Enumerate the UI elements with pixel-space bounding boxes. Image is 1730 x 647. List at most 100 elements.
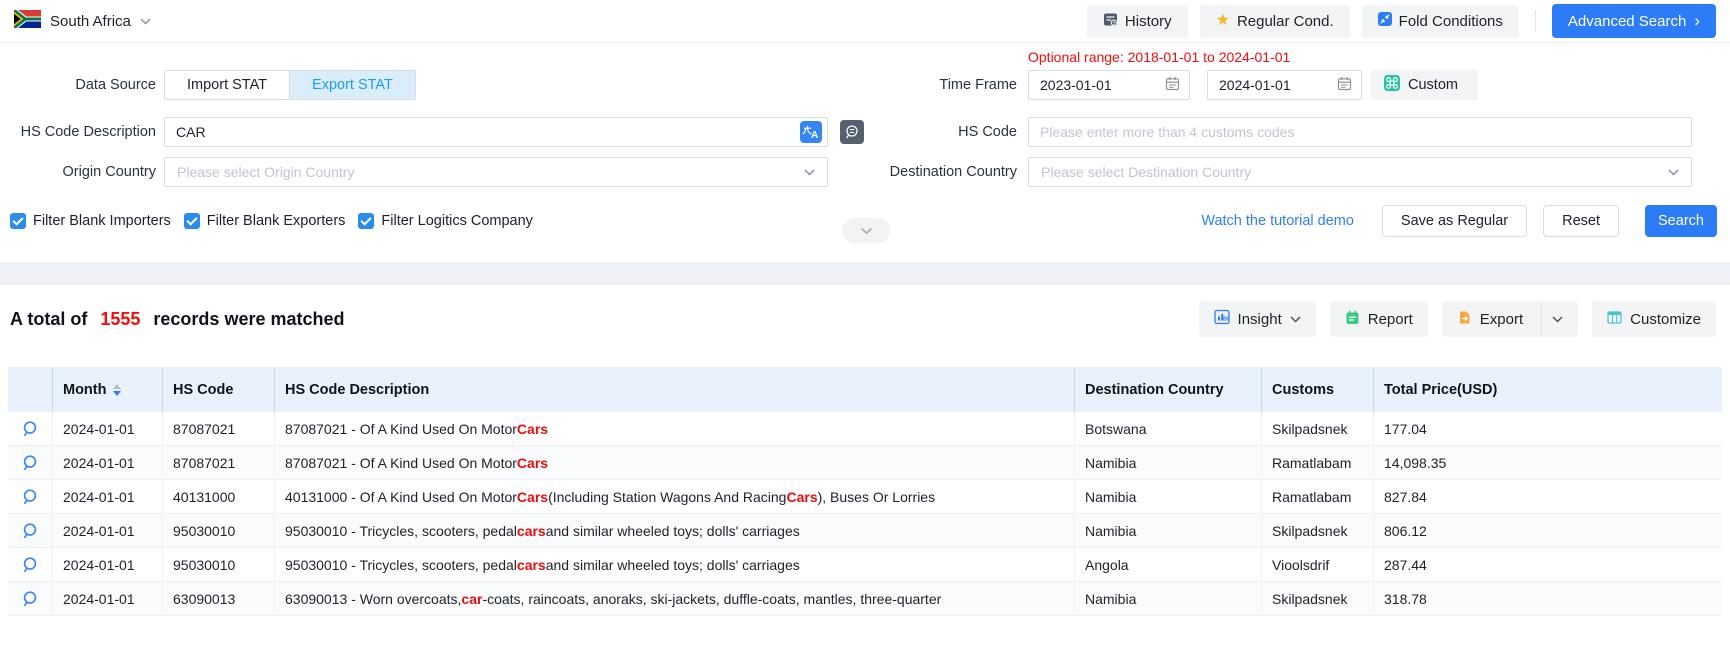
report-icon (1345, 310, 1360, 329)
results-header: A total of 1555 records were matched BI … (0, 293, 1730, 345)
filter-logitics-company-checkbox[interactable]: Filter Logitics Company (358, 213, 533, 229)
highlighted-keyword: Cars (517, 455, 548, 471)
export-button[interactable]: Export (1442, 301, 1578, 337)
search-button[interactable]: Search (1645, 205, 1717, 237)
row-detail-magnifier-icon[interactable] (8, 412, 53, 445)
description-text: 95030010 - Tricycles, scooters, pedal (285, 557, 517, 573)
table-row: 2024-01-01 87087021 87087021 - Of A Kind… (8, 412, 1722, 446)
row-detail-magnifier-icon[interactable] (8, 582, 53, 615)
chevron-down-icon (1668, 163, 1679, 181)
form-row-datasource: Data Source Import STAT Export STAT Time… (0, 70, 1730, 100)
advanced-search-button[interactable]: Advanced Search › (1552, 4, 1716, 38)
cell-description: 87087021 - Of A Kind Used On Motor Cars (275, 412, 1075, 445)
checkbox-checked-icon (358, 213, 374, 229)
chevron-down-icon (804, 163, 815, 181)
sort-asc-icon (113, 384, 121, 389)
table-row: 2024-01-01 63090013 63090013 - Worn over… (8, 582, 1722, 616)
form-row-hscode: HS Code Description A (0, 117, 1730, 147)
chevron-down-icon (1290, 316, 1301, 323)
header-icon-column (8, 367, 53, 412)
fold-icon (1378, 12, 1392, 30)
header-month-label: Month (63, 382, 106, 398)
table-row: 2024-01-01 87087021 87087021 - Of A Kind… (8, 446, 1722, 480)
row-detail-magnifier-icon[interactable] (8, 548, 53, 581)
highlighted-keyword: cars (517, 557, 546, 573)
header-destination: Destination Country (1075, 367, 1262, 412)
start-date-input[interactable]: 2023-01-01 (1028, 70, 1190, 100)
report-button[interactable]: Report (1330, 301, 1428, 337)
end-date-input[interactable]: 2024-01-01 (1207, 70, 1362, 100)
cell-total-price: 177.04 (1374, 412, 1722, 445)
hs-code-input[interactable] (1028, 117, 1692, 147)
search-form: Optional range: 2018-01-01 to 2024-01-01… (0, 43, 1730, 262)
reset-button[interactable]: Reset (1543, 205, 1619, 237)
highlighted-keyword: Cars (517, 421, 548, 437)
highlighted-keyword: cars (517, 523, 546, 539)
filter-blank-exporters-checkbox[interactable]: Filter Blank Exporters (184, 213, 346, 229)
highlighted-keyword: Cars (786, 489, 817, 505)
description-text: and similar wheeled toys; dolls' carriag… (546, 557, 800, 573)
destination-country-label: Destination Country (860, 157, 1017, 187)
country-selector[interactable]: South Africa (14, 10, 151, 33)
export-icon (1457, 310, 1472, 329)
filter-label: Filter Blank Importers (33, 213, 171, 229)
description-text: 87087021 - Of A Kind Used On Motor (285, 455, 517, 471)
data-source-label: Data Source (8, 70, 156, 100)
row-detail-magnifier-icon[interactable] (8, 480, 53, 513)
cell-total-price: 827.84 (1374, 480, 1722, 513)
cell-hs-code: 87087021 (163, 446, 275, 479)
insight-button[interactable]: BI Insight (1199, 301, 1316, 337)
cell-customs: Skilpadsnek (1262, 412, 1374, 445)
results-total-title: A total of 1555 records were matched (10, 309, 345, 330)
customize-button[interactable]: Customize (1592, 301, 1716, 337)
hs-desc-input-wrap: A (164, 117, 828, 147)
origin-country-select[interactable]: Please select Origin Country (164, 157, 828, 187)
total-suffix: records were matched (153, 309, 344, 329)
tutorial-link[interactable]: Watch the tutorial demo (1201, 213, 1354, 229)
export-stat-option[interactable]: Export STAT (290, 71, 415, 99)
customize-label: Customize (1630, 311, 1701, 328)
cell-month: 2024-01-01 (53, 412, 163, 445)
cell-total-price: 806.12 (1374, 514, 1722, 547)
regular-cond-button[interactable]: ★ Regular Cond. (1200, 5, 1350, 38)
custom-range-button[interactable]: Custom (1371, 70, 1478, 100)
cell-hs-code: 40131000 (163, 480, 275, 513)
cell-month: 2024-01-01 (53, 480, 163, 513)
fold-conditions-button[interactable]: Fold Conditions (1362, 5, 1519, 38)
cell-total-price: 14,098.35 (1374, 446, 1722, 479)
collapse-form-button[interactable] (842, 218, 890, 243)
total-count: 1555 (100, 309, 140, 329)
header-month[interactable]: Month (53, 367, 163, 412)
hs-desc-input[interactable] (164, 117, 828, 147)
country-name: South Africa (50, 13, 131, 30)
time-frame-label: Time Frame (860, 70, 1017, 100)
optional-range-note: Optional range: 2018-01-01 to 2024-01-01 (1028, 49, 1290, 65)
advanced-search-label: Advanced Search (1568, 13, 1686, 30)
history-button[interactable]: History (1087, 5, 1188, 38)
import-stat-option[interactable]: Import STAT (165, 71, 290, 99)
cell-description: 40131000 - Of A Kind Used On Motor Cars … (275, 480, 1075, 513)
divider (1541, 302, 1542, 336)
cell-month: 2024-01-01 (53, 548, 163, 581)
cell-month: 2024-01-01 (53, 446, 163, 479)
custom-icon (1384, 75, 1400, 95)
page: South Africa History ★ (0, 0, 1730, 647)
sort-desc-icon (113, 391, 121, 396)
destination-country-select[interactable]: Please select Destination Country (1028, 157, 1692, 187)
row-detail-magnifier-icon[interactable] (8, 446, 53, 479)
header-customs: Customs (1262, 367, 1374, 412)
row-detail-magnifier-icon[interactable] (8, 514, 53, 547)
end-date-value: 2024-01-01 (1219, 77, 1291, 93)
save-as-regular-button[interactable]: Save as Regular (1382, 205, 1527, 237)
cell-month: 2024-01-01 (53, 582, 163, 615)
sort-icons[interactable] (113, 384, 121, 396)
top-bar: South Africa History ★ (0, 0, 1730, 43)
customize-icon (1607, 310, 1622, 329)
filter-blank-importers-checkbox[interactable]: Filter Blank Importers (10, 213, 171, 229)
hs-desc-label: HS Code Description (8, 117, 156, 147)
calendar-icon (1165, 76, 1180, 94)
description-text: -coats, raincoats, anoraks, ski-jackets,… (482, 591, 941, 607)
cell-description: 95030010 - Tricycles, scooters, pedal ca… (275, 548, 1075, 581)
translate-icon[interactable]: A (800, 121, 822, 148)
cell-destination: Namibia (1075, 480, 1262, 513)
